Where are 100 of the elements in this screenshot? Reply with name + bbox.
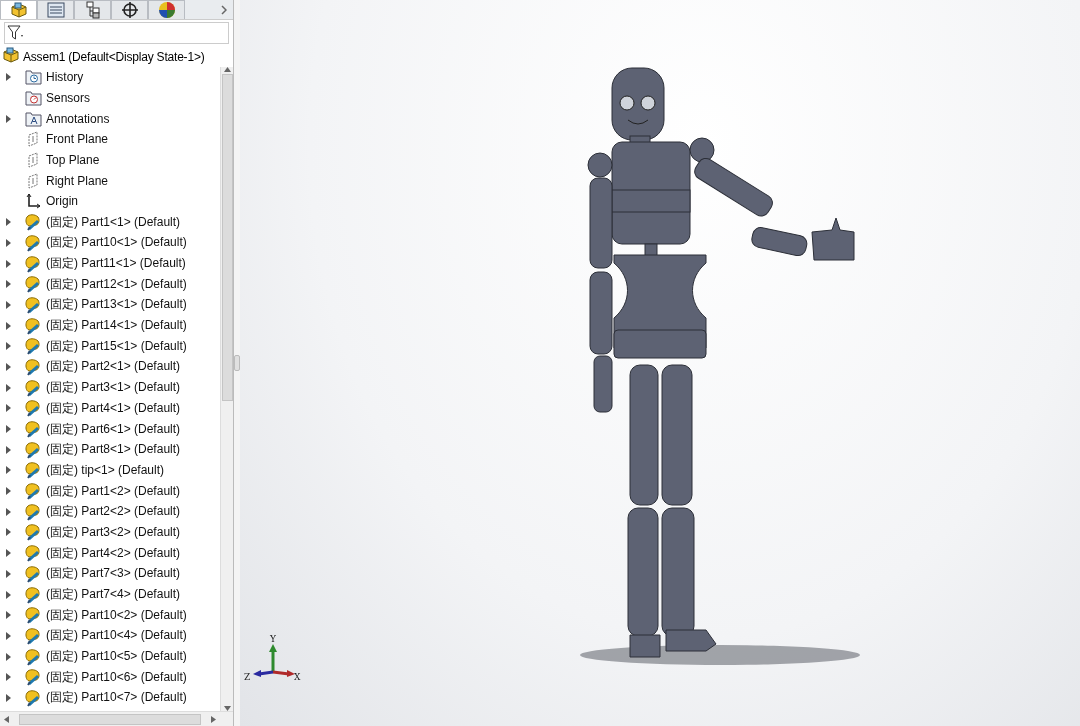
part-icon: [24, 233, 42, 252]
y-axis-label: Y: [270, 634, 276, 644]
expand-arrow-icon[interactable]: [6, 362, 11, 371]
tree-item-label[interactable]: (固定) Part2<1> (Default): [46, 358, 181, 376]
chevron-right-icon[interactable]: [221, 4, 227, 15]
expand-arrow-icon[interactable]: [6, 280, 11, 289]
expand-arrow-icon[interactable]: [6, 590, 11, 599]
expand-arrow-icon[interactable]: [6, 631, 11, 640]
tree-item-label[interactable]: (固定) Part12<1> (Default): [46, 275, 187, 293]
tree-item-label[interactable]: (固定) Part4<2> (Default): [46, 544, 181, 562]
expand-arrow-icon[interactable]: [6, 673, 11, 682]
expand-arrow-icon[interactable]: [6, 549, 11, 558]
horizontal-scrollbar[interactable]: [0, 711, 233, 726]
tree-item-label[interactable]: (固定) Part8<1> (Default): [46, 441, 181, 459]
part-icon: [24, 585, 42, 604]
panel-tab[interactable]: [148, 0, 185, 19]
part-icon: [24, 606, 42, 625]
tree-item-label[interactable]: (固定) Part3<2> (Default): [46, 523, 181, 541]
panel-tab[interactable]: [111, 0, 148, 19]
filter-field[interactable]: [4, 22, 229, 44]
expand-arrow-icon[interactable]: [6, 445, 11, 454]
part-icon: [24, 440, 42, 459]
expand-arrow-icon[interactable]: [6, 425, 11, 434]
plane-icon: [26, 152, 40, 169]
tree-item-label[interactable]: Annotations: [46, 111, 110, 126]
x-axis-label: X: [294, 672, 301, 682]
assembly-root-label[interactable]: Assem1 (Default<Display State-1>): [23, 49, 205, 64]
part-icon: [24, 254, 42, 273]
expand-arrow-icon[interactable]: [6, 528, 11, 537]
tree-item-label[interactable]: (固定) Part3<1> (Default): [46, 379, 181, 397]
tree-item-label[interactable]: (固定) Part13<1> (Default): [46, 296, 187, 314]
expand-arrow-icon[interactable]: [6, 652, 11, 661]
part-icon: [24, 502, 42, 521]
tree-item-label[interactable]: (固定) Part1<2> (Default): [46, 482, 181, 500]
vertical-scrollbar[interactable]: [220, 67, 233, 711]
part-icon: [24, 461, 42, 480]
assembly-icon: [9, 1, 28, 19]
tree-item-label[interactable]: Origin: [46, 194, 78, 209]
scroll-right-arrow-icon[interactable]: [211, 715, 216, 723]
tree-item-label[interactable]: (固定) Part7<3> (Default): [46, 565, 181, 583]
z-axis-label: Z: [244, 672, 251, 682]
expand-arrow-icon[interactable]: [6, 218, 11, 227]
tree-item-label[interactable]: (固定) Part6<1> (Default): [46, 420, 181, 438]
scroll-down-arrow-icon[interactable]: [223, 706, 231, 711]
part-icon: [24, 399, 42, 418]
tree-item-label[interactable]: (固定) tip<1> (Default): [46, 461, 165, 479]
part-icon: [24, 357, 42, 376]
tree-item-label[interactable]: Sensors: [46, 91, 91, 106]
part-icon: [24, 275, 42, 294]
part-icon: [24, 213, 42, 232]
tree-item-label[interactable]: (固定) Part10<4> (Default): [46, 627, 187, 645]
expand-arrow-icon[interactable]: [6, 487, 11, 496]
part-icon: [24, 378, 42, 397]
expand-arrow-icon[interactable]: [6, 300, 11, 309]
crosshair-icon: [120, 1, 139, 19]
origin-axes-icon: [25, 193, 41, 210]
expand-arrow-icon[interactable]: [6, 259, 11, 268]
expand-arrow-icon[interactable]: [6, 114, 11, 123]
folder-letter-icon: [24, 110, 42, 127]
expand-arrow-icon[interactable]: [6, 404, 11, 413]
expand-arrow-icon[interactable]: [6, 383, 11, 392]
tree-item-label[interactable]: (固定) Part14<1> (Default): [46, 317, 187, 335]
expand-arrow-icon[interactable]: [6, 569, 11, 578]
folder-gauge-icon: [24, 90, 42, 107]
plane-icon: [26, 131, 40, 148]
expand-arrow-icon[interactable]: [6, 238, 11, 247]
tree-item-label[interactable]: (固定) Part10<2> (Default): [46, 606, 187, 624]
expand-arrow-icon[interactable]: [6, 342, 11, 351]
tree-item-label[interactable]: Front Plane: [46, 132, 109, 147]
scroll-left-arrow-icon[interactable]: [4, 715, 9, 723]
part-icon: [24, 337, 42, 356]
panel-tab[interactable]: [74, 0, 111, 19]
part-icon: [24, 626, 42, 645]
expand-arrow-icon[interactable]: [6, 693, 11, 702]
filter-icon: [7, 25, 25, 41]
tree-item-label[interactable]: (固定) Part4<1> (Default): [46, 399, 181, 417]
color-wheel-icon: [157, 1, 176, 19]
tree-item-label[interactable]: (固定) Part2<2> (Default): [46, 503, 181, 521]
tree-item-label[interactable]: (固定) Part15<1> (Default): [46, 337, 187, 355]
tree-item-label[interactable]: (固定) Part10<7> (Default): [46, 689, 187, 707]
tree-item-label[interactable]: (固定) Part11<1> (Default): [46, 255, 186, 273]
scroll-up-arrow-icon[interactable]: [223, 67, 231, 72]
tree-item-label[interactable]: (固定) Part10<5> (Default): [46, 648, 187, 666]
tree-item-label[interactable]: (固定) Part10<6> (Default): [46, 668, 187, 686]
folder-clock-icon: [24, 69, 42, 86]
axis-triad-drawing: [253, 644, 295, 677]
tree-item-label[interactable]: (固定) Part7<4> (Default): [46, 586, 181, 604]
expand-arrow-icon[interactable]: [6, 73, 11, 82]
tree-item-label[interactable]: (固定) Part10<1> (Default): [46, 234, 187, 252]
expand-arrow-icon[interactable]: [6, 611, 11, 620]
part-icon: [24, 647, 42, 666]
expand-arrow-icon[interactable]: [6, 507, 11, 516]
expand-arrow-icon[interactable]: [6, 466, 11, 475]
part-icon: [24, 668, 42, 687]
tree-item-label[interactable]: (固定) Part1<1> (Default): [46, 213, 181, 231]
part-icon: [24, 564, 42, 583]
tree-item-label[interactable]: History: [46, 70, 84, 85]
tree-item-label[interactable]: Top Plane: [46, 153, 100, 168]
expand-arrow-icon[interactable]: [6, 321, 11, 330]
tree-item-label[interactable]: Right Plane: [46, 173, 109, 188]
